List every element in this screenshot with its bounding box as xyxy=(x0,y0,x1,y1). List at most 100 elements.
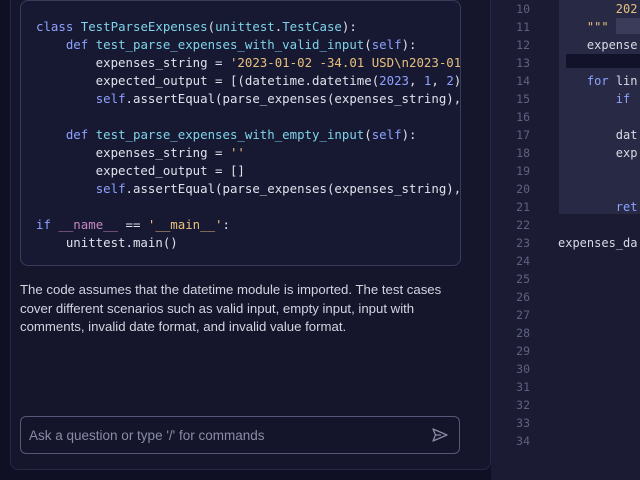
code-token: expenses_da xyxy=(558,236,638,250)
code-lines: class TestParseExpenses(unittest.TestCas… xyxy=(36,18,461,252)
line-number: 13 xyxy=(516,56,530,70)
code-line: def test_parse_expenses_with_empty_input… xyxy=(36,126,460,144)
code-token: , xyxy=(409,73,424,88)
code-editor[interactable]: 10 11 12 13 14 15 16 17 18 19 20 21 22 23 24 25 26 27 28 29… xyxy=(491,0,640,480)
line-number: 12 xyxy=(516,38,530,52)
code-token: ( xyxy=(207,19,216,34)
code-token: unittest xyxy=(215,19,275,34)
code-token: .assertEqual(parse_expenses(expenses_str… xyxy=(125,181,461,196)
code-token: self xyxy=(95,91,126,106)
code-token: self xyxy=(371,37,402,52)
code-line: ret xyxy=(558,198,638,216)
code-token: lin xyxy=(615,74,638,88)
code-token: ): xyxy=(401,127,417,142)
line-number: 29 xyxy=(516,344,530,358)
code-line: def test_parse_expenses_with_valid_input… xyxy=(36,36,460,54)
code-token: dat xyxy=(558,128,638,142)
line-number: 27 xyxy=(516,308,530,322)
line-number-gutter: 10 11 12 13 14 15 16 17 18 19 20 21 22 23 24 25 26 27 28 29… xyxy=(491,0,531,450)
code-token: class xyxy=(36,19,81,34)
code-token: TestCase xyxy=(282,19,342,34)
code-token: 2 xyxy=(446,73,454,88)
line-number: 31 xyxy=(516,380,530,394)
line-number: 33 xyxy=(516,416,530,430)
line-number: 21 xyxy=(516,200,530,214)
code-token: 202 xyxy=(558,2,638,16)
line-number: 18 xyxy=(516,146,530,160)
code-line: self.assertEqual(parse_expenses(expenses… xyxy=(36,180,461,198)
chat-input[interactable] xyxy=(29,417,429,453)
code-token: ( xyxy=(364,37,372,52)
code-token: def xyxy=(65,37,96,52)
chat-input-container[interactable] xyxy=(20,416,460,454)
code-token: TestParseExpenses xyxy=(80,19,208,34)
code-token: expected_output = [] xyxy=(36,163,245,178)
line-number: 19 xyxy=(516,164,530,178)
line-number: 22 xyxy=(516,218,530,232)
line-number: 15 xyxy=(516,92,530,106)
line-number: 23 xyxy=(516,236,530,250)
code-line: expenses_da xyxy=(558,234,638,252)
code-token: ( xyxy=(364,127,372,142)
code-token: : xyxy=(222,217,230,232)
line-number: 30 xyxy=(516,362,530,376)
line-number: 28 xyxy=(516,326,530,340)
code-token: self xyxy=(371,127,402,142)
code-token: unittest.main() xyxy=(36,235,178,250)
code-token: ret xyxy=(615,200,638,214)
code-line: class TestParseExpenses(unittest.TestCas… xyxy=(36,18,460,36)
code-line: 202 xyxy=(558,0,638,18)
code-token: '' xyxy=(229,145,245,160)
line-number: 10 xyxy=(516,2,530,16)
code-token: '2023-01-02 -34.01 USD\n2023-01-03 xyxy=(229,55,461,70)
code-token: 2023 xyxy=(379,73,409,88)
line-number: 24 xyxy=(516,254,530,268)
line-number: 16 xyxy=(516,110,530,124)
code-line: expected_output = [(datetime.datetime(20… xyxy=(36,72,461,90)
send-icon[interactable] xyxy=(431,426,449,444)
code-token: expense xyxy=(558,38,638,52)
code-line: expenses_string = '' xyxy=(36,144,460,162)
code-line: expense xyxy=(558,36,638,54)
line-number: 26 xyxy=(516,290,530,304)
editor-code[interactable]: 202 """ expense for lin if dat exp ret ex… xyxy=(558,0,638,252)
code-line: exp xyxy=(558,144,638,162)
code-token: , xyxy=(431,73,447,88)
code-token: exp xyxy=(558,146,638,160)
line-number: 14 xyxy=(516,74,530,88)
code-line: expenses_string = '2023-01-02 -34.01 USD… xyxy=(36,54,461,72)
code-token: if xyxy=(615,92,631,106)
code-token: ): xyxy=(401,37,417,52)
assistant-message: The code assumes that the datetime modul… xyxy=(20,282,442,334)
code-token: expected_output = [(datetime.datetime( xyxy=(36,73,380,88)
code-line: if __name__ == '__main__': xyxy=(36,216,460,234)
line-number: 20 xyxy=(516,182,530,196)
code-token: expenses_string = xyxy=(36,145,230,160)
code-token: .assertEqual(parse_expenses(expenses_str… xyxy=(125,91,461,106)
line-number: 11 xyxy=(516,20,530,34)
code-token: def xyxy=(65,127,96,142)
code-line: expected_output = [] xyxy=(36,162,460,180)
code-token: for xyxy=(586,74,616,88)
code-token: """ xyxy=(586,20,609,34)
code-token: expenses_string = xyxy=(36,55,230,70)
code-line: if xyxy=(558,90,638,108)
code-line: dat xyxy=(558,126,638,144)
code-line: self.assertEqual(parse_expenses(expenses… xyxy=(36,90,461,108)
line-number: 34 xyxy=(516,434,530,448)
code-token: ) xyxy=(453,73,461,88)
